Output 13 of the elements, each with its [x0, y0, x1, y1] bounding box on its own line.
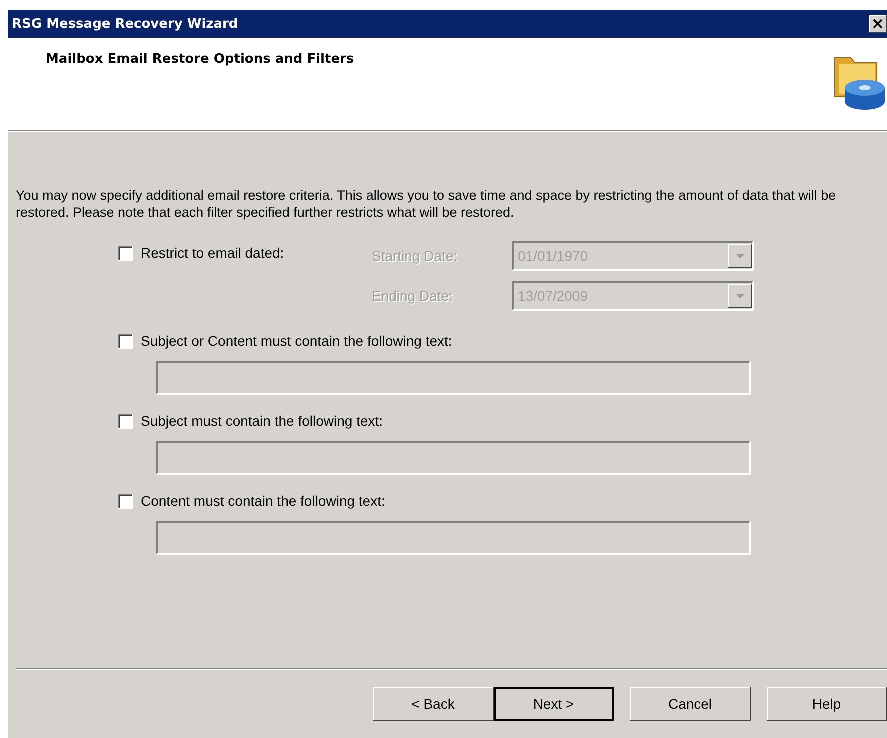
checkbox[interactable] [118, 246, 133, 260]
wizard-button[interactable]: Help [766, 687, 887, 721]
window-title: RSG Message Recovery Wizard [12, 16, 238, 32]
checkbox-label: Subject must contain the following text: [141, 413, 384, 429]
wizard-button[interactable]: Cancel [630, 687, 750, 721]
intro-text: You may now specify additional email restore criteria. This allows you to save time and space by restricting the amount of data that will be restored. Please note that each filter specified further restricts what will be restored. [16, 187, 838, 221]
wizard-button[interactable]: < Back [373, 687, 494, 721]
checkbox-label: Content must contain the following text: [141, 493, 386, 509]
wizard-button[interactable]: Next > [494, 687, 614, 721]
checkbox-label: Restrict to email dated: [141, 245, 284, 261]
page-title: Mailbox Email Restore Options and Filters [46, 52, 354, 68]
close-button[interactable]: × [869, 15, 887, 33]
checkbox-label: Subject or Content must contain the following text: [141, 333, 452, 349]
